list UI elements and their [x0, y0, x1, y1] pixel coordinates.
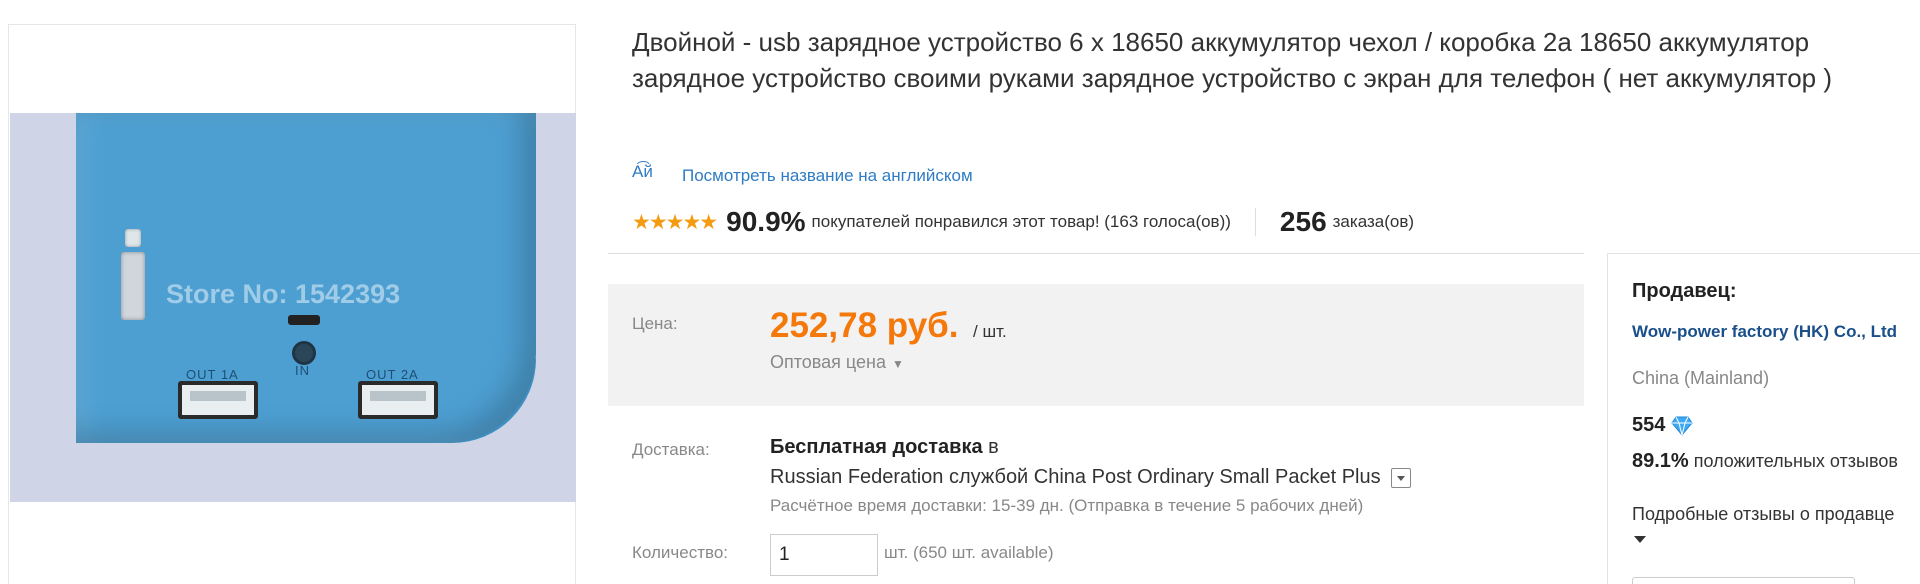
seller-heading: Продавец:: [1632, 280, 1737, 302]
shipping-method-row[interactable]: Russian Federation службой China Post Or…: [770, 466, 1411, 489]
seller-positive-feedback: 89.1% положительных отзывов: [1632, 449, 1917, 473]
indicator-light-small: [125, 229, 141, 247]
shipping-in-word: в: [982, 436, 999, 458]
seller-feedback-link[interactable]: Подробные отзывы о продавце: [1632, 504, 1894, 525]
usb-port-2-icon: [358, 381, 438, 419]
seller-country: China (Mainland): [1632, 368, 1770, 388]
seller-action-button[interactable]: [1632, 577, 1855, 584]
shipping-method-dropdown-icon[interactable]: [1390, 467, 1411, 488]
product-title: Двойной - usb зарядное устройство 6 x 18…: [632, 27, 1832, 93]
micro-usb-port-icon: [288, 315, 320, 325]
port-label-out2: OUT 2A: [366, 367, 419, 382]
rating-divider: [1254, 208, 1256, 236]
product-photo[interactable]: Store No: 1542393 OUT 1A IN OUT 2A: [10, 113, 576, 502]
orders-label: заказа(ов): [1332, 212, 1415, 231]
seller-positive-text: положительных отзывов: [1693, 451, 1898, 471]
translate-title-row[interactable]: A͡й Посмотреть название на английском: [632, 162, 973, 190]
price-unit: / шт.: [973, 322, 1007, 341]
shipping-estimate: Расчётное время доставки: 15-39 дн. (Отп…: [770, 496, 1364, 515]
seller-score-value: 554: [1632, 414, 1666, 436]
wholesale-price-toggle[interactable]: Оптовая цена ▼: [770, 352, 904, 373]
quantity-input[interactable]: [770, 534, 878, 576]
power-led-icon: [292, 341, 316, 365]
rating-percent: 90.9%: [726, 206, 806, 237]
price-box: Цена: 252,78 руб. / шт. Оптовая цена ▼: [608, 284, 1584, 406]
orders-count: 256: [1279, 206, 1327, 237]
free-shipping-label: Бесплатная доставка: [770, 436, 983, 458]
rating-text[interactable]: покупателей понравился этот товар! (163 …: [812, 212, 1231, 232]
view-english-title-link[interactable]: Посмотреть название на английском: [682, 166, 973, 186]
shipping-destination: Russian Federation службой China Post Or…: [770, 466, 1381, 488]
seller-panel: Продавец: Wow-power factory (HK) Co., Lt…: [1607, 253, 1920, 584]
diamond-icon: [1671, 416, 1693, 436]
quantity-label: Количество:: [632, 543, 729, 562]
rating-stars-icon: ★★★★★: [632, 210, 718, 234]
indicator-light-bar: [121, 252, 145, 320]
divider-line: [608, 253, 1584, 254]
shipping-label: Доставка:: [632, 440, 710, 459]
translate-icon[interactable]: A͡й: [632, 162, 674, 190]
powerbank-body: [76, 113, 536, 443]
price-value: 252,78 руб.: [770, 306, 959, 345]
seller-name-link[interactable]: Wow-power factory (HK) Co., Ltd: [1632, 320, 1917, 344]
port-label-out1: OUT 1A: [186, 367, 239, 382]
seller-positive-percent: 89.1%: [1632, 450, 1689, 472]
port-label-in: IN: [295, 363, 310, 378]
shipping-title: Бесплатная доставка в: [770, 436, 999, 459]
rating-row: ★★★★★ 90.9% покупателей понравился этот …: [632, 204, 1414, 240]
chevron-down-icon[interactable]: [1634, 536, 1646, 543]
usb-port-1-icon: [178, 381, 258, 419]
seller-score[interactable]: 554: [1632, 414, 1693, 437]
store-watermark: Store No: 1542393: [166, 279, 401, 309]
price-label: Цена:: [632, 314, 678, 333]
product-image-frame[interactable]: Store No: 1542393 OUT 1A IN OUT 2A: [8, 24, 576, 584]
chevron-down-icon: ▼: [892, 357, 904, 371]
wholesale-label: Оптовая цена: [770, 352, 886, 372]
quantity-available: шт. (650 шт. available): [884, 543, 1054, 562]
